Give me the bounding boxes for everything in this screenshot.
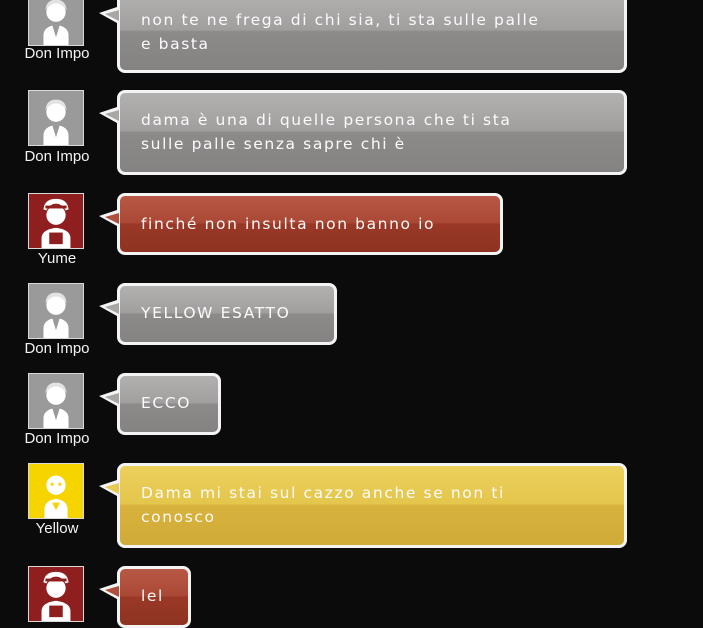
user-avatar-don-impo[interactable] [28, 283, 84, 339]
message-bubble: non te ne frega di chi sia, ti sta sulle… [99, 0, 627, 73]
message-line: finché non insulta non banno io [141, 215, 436, 233]
message-bubble: ECCO [99, 373, 221, 435]
message-bubble: finché non insulta non banno io [99, 193, 503, 255]
person-gray-icon [29, 374, 83, 428]
message-bubble: lel [99, 566, 191, 628]
message-bubble: Dama mi stai sul cazzo anche se non ti c… [99, 463, 627, 548]
message-line: YELLOW ESATTO [141, 304, 291, 322]
username: Don Impo [24, 148, 90, 165]
user-avatar-yume[interactable] [28, 566, 84, 622]
person-red-icon [29, 194, 83, 248]
person-gray-icon [29, 91, 83, 145]
person-gray-icon [29, 0, 83, 45]
message-line: ECCO [141, 394, 192, 412]
username: Yellow [35, 520, 79, 537]
message-line: e basta [141, 35, 210, 53]
username: Don Impo [24, 45, 90, 62]
message-bubble: YELLOW ESATTO [99, 283, 337, 345]
user-avatar-yellow[interactable] [28, 463, 84, 519]
person-yellow-icon [29, 464, 83, 518]
username: Don Impo [24, 430, 90, 447]
user-avatar-don-impo[interactable] [28, 0, 84, 46]
user-avatar-don-impo[interactable] [28, 90, 84, 146]
user-avatar-don-impo[interactable] [28, 373, 84, 429]
message-bubble: dama è una di quelle persona che ti sta … [99, 90, 627, 175]
username: Yume [37, 250, 77, 267]
person-gray-icon [29, 284, 83, 338]
message-line: conosco [141, 508, 216, 526]
user-avatar-yume[interactable] [28, 193, 84, 249]
message-line: Dama mi stai sul cazzo anche se non ti [141, 484, 505, 502]
username: Don Impo [24, 340, 90, 357]
message-line: sulle palle senza sapre chi è [141, 135, 406, 153]
person-red-icon [29, 567, 83, 621]
message-line: dama è una di quelle persona che ti sta [141, 111, 512, 129]
message-line: non te ne frega di chi sia, ti sta sulle… [141, 11, 540, 29]
message-line: lel [141, 587, 164, 605]
